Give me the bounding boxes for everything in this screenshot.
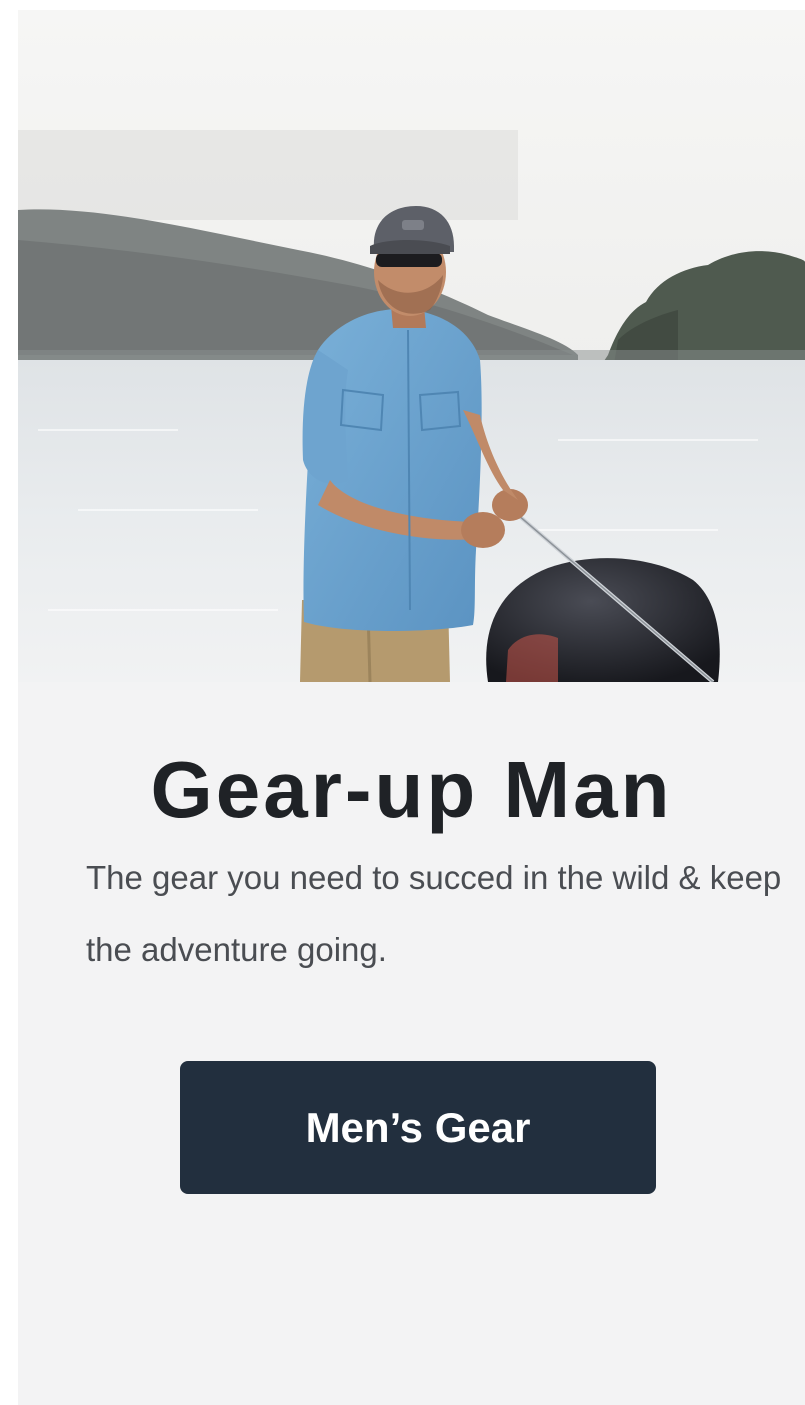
hero-image — [18, 10, 805, 682]
promo-headline: Gear-up Man — [150, 745, 673, 834]
mens-gear-button[interactable]: Men’s Gear — [180, 1061, 656, 1194]
promo-card: Gear-up Man The gear you need to succed … — [18, 10, 805, 1405]
promo-subtext: The gear you need to succed in the wild … — [86, 859, 782, 968]
